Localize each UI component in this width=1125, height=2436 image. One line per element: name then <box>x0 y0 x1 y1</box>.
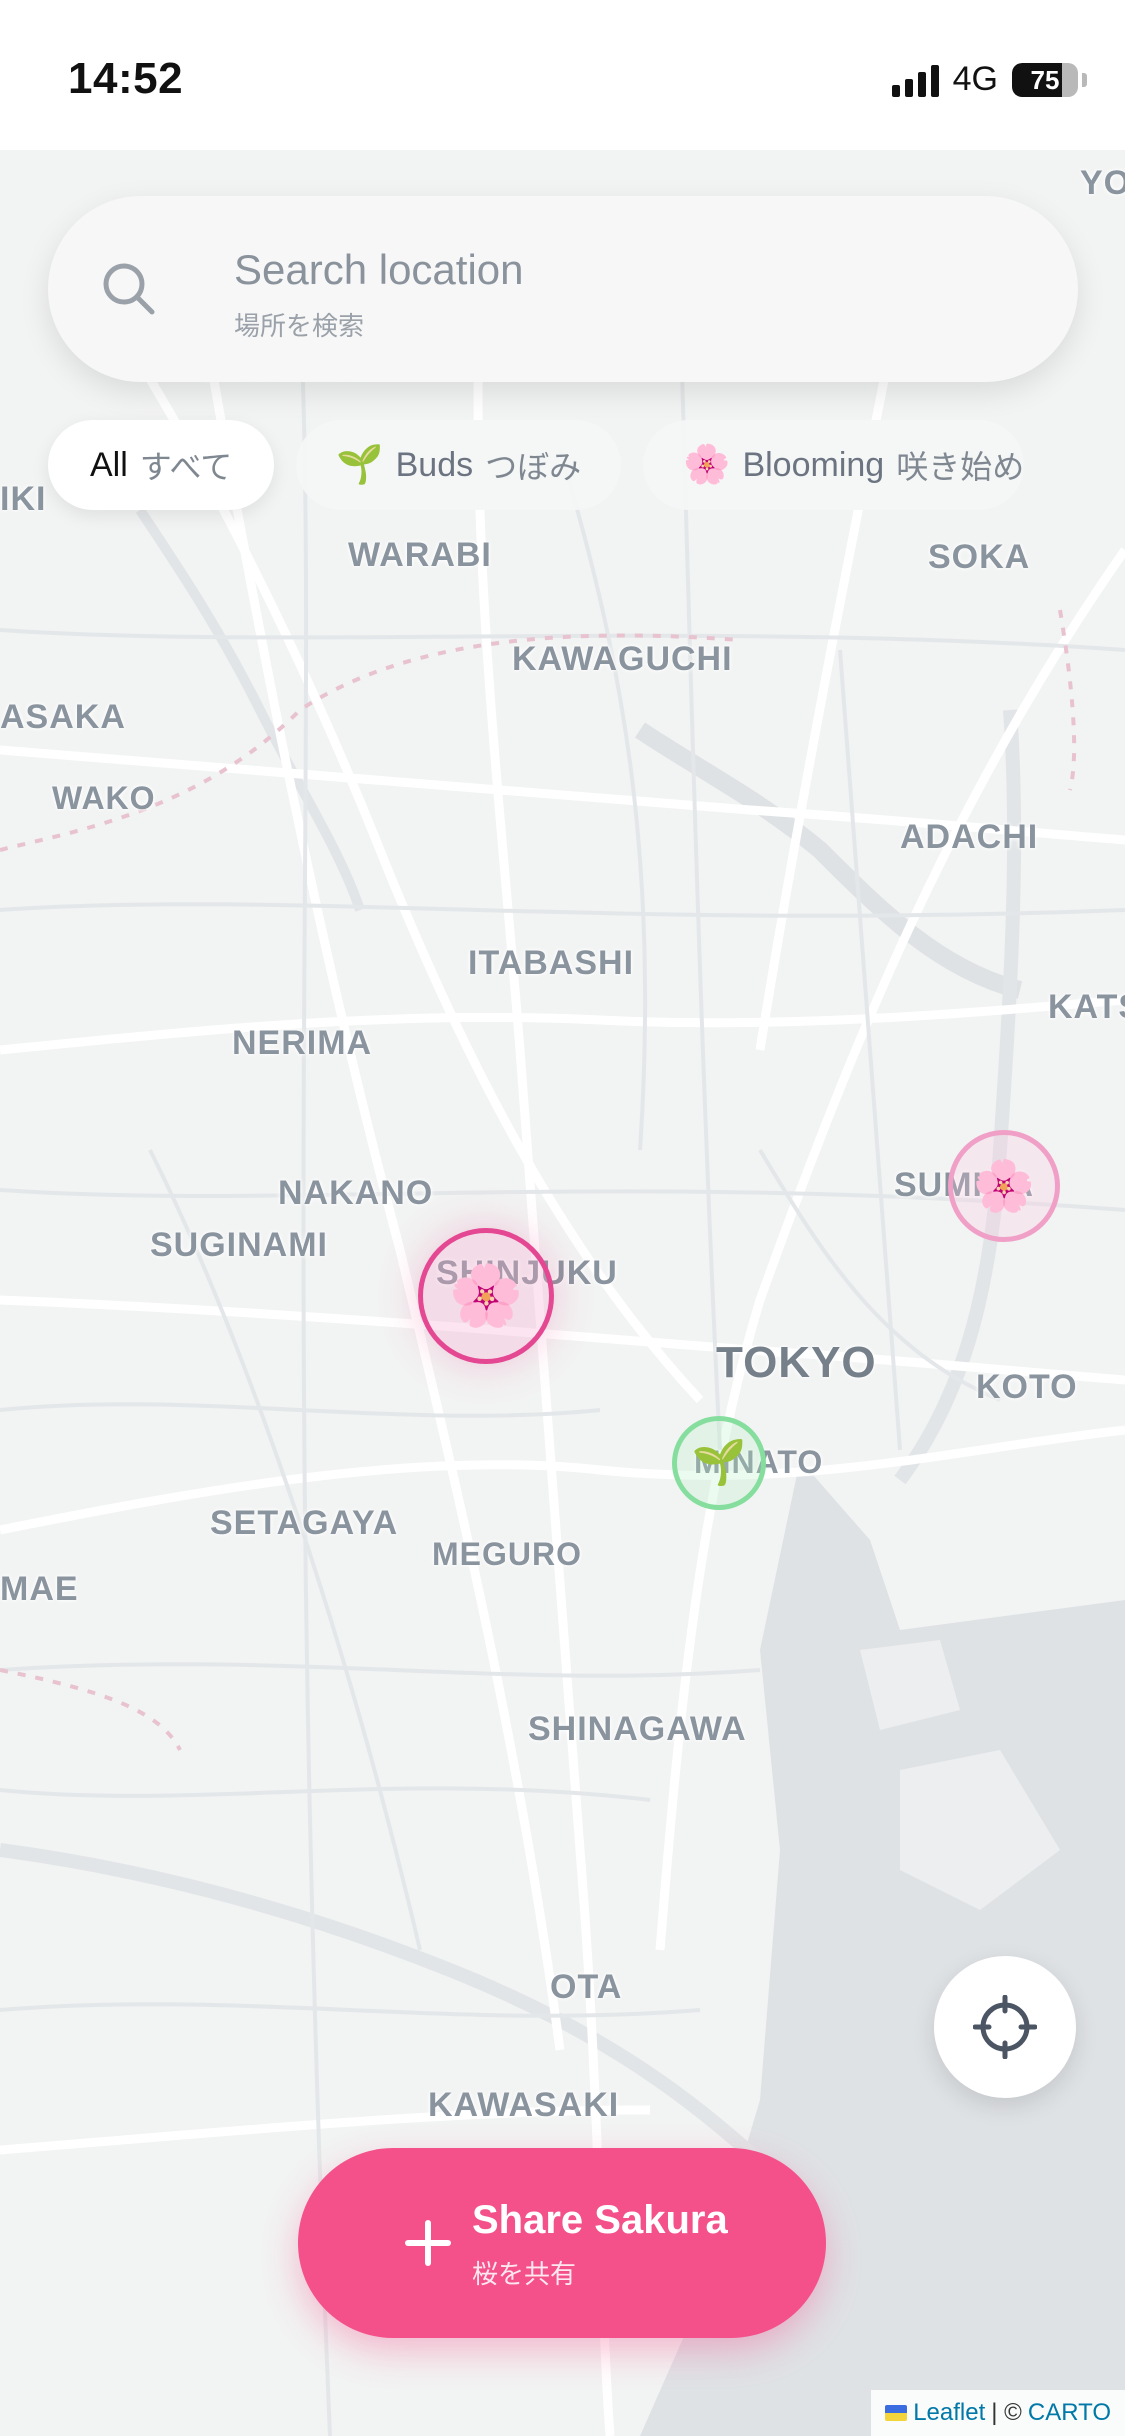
search-placeholder-jp: 場所を検索 <box>234 311 365 341</box>
place-label: SOKA <box>928 538 1031 576</box>
place-label: SETAGAYA <box>210 1504 399 1542</box>
network-type: 4G <box>952 60 998 98</box>
cherry-blossom-icon: 🌸 <box>972 1158 1036 1214</box>
place-label: MAE <box>0 1570 79 1608</box>
attribution-separator: | © <box>991 2399 1022 2426</box>
place-label: ADACHI <box>900 818 1039 856</box>
place-label: IKI <box>0 480 47 518</box>
share-sakura-button[interactable]: Share Sakura 桜を共有 <box>298 2148 826 2338</box>
share-button-label: Share Sakura <box>472 2198 728 2242</box>
search-placeholder: Search location <box>234 246 524 293</box>
place-label: WAKO <box>52 780 156 816</box>
search-bar[interactable]: Search location 場所を検索 <box>48 196 1078 382</box>
plus-icon <box>405 2220 451 2266</box>
leaflet-link[interactable]: Leaflet <box>913 2399 985 2427</box>
place-label: ASAKA <box>0 698 126 736</box>
cherry-blossom-icon: 🌸 <box>683 444 731 486</box>
status-indicators: 4G 75 <box>891 60 1087 99</box>
sakura-marker-buds[interactable]: 🌱 <box>672 1416 766 1510</box>
seedling-icon: 🌱 <box>691 1438 747 1487</box>
place-label: ITABASHI <box>468 944 635 982</box>
search-icon <box>103 263 155 315</box>
filter-label: Blooming <box>742 445 885 484</box>
place-label: SUGINAMI <box>150 1226 328 1264</box>
place-label: NERIMA <box>232 1024 373 1062</box>
filter-label: Buds <box>395 445 474 484</box>
place-label: YO <box>1080 164 1125 202</box>
place-label: OTA <box>550 1968 623 2006</box>
share-button-label-jp: 桜を共有 <box>472 2259 577 2289</box>
place-label: WARABI <box>348 536 492 574</box>
place-label: KAWAGUCHI <box>512 640 733 678</box>
sakura-marker-blooming[interactable]: 🌸 <box>418 1228 554 1364</box>
filter-chip-blooming[interactable]: 🌸 Blooming 咲き始め <box>643 420 1025 510</box>
filter-chip-buds[interactable]: 🌱 Buds つぼみ <box>296 420 622 510</box>
place-label: KAWASAKI <box>428 2086 620 2124</box>
filter-label-jp: 咲き始め <box>896 449 1025 485</box>
place-label: SHINAGAWA <box>528 1710 747 1748</box>
place-label: NAKANO <box>278 1174 434 1212</box>
filter-chips: All すべて 🌱 Buds つぼみ 🌸 Blooming 咲き始め <box>48 420 1025 510</box>
place-label: TOKYO <box>716 1338 877 1387</box>
crosshair-icon <box>973 1995 1037 2059</box>
filter-label: All <box>90 445 128 484</box>
battery-tip <box>1082 72 1087 87</box>
status-bar: 14:52 4G 75 <box>0 0 1125 150</box>
place-label: MEGURO <box>432 1536 582 1572</box>
ukraine-flag-icon <box>885 2405 908 2421</box>
filter-label-jp: つぼみ <box>485 449 582 485</box>
signal-icon <box>891 63 939 97</box>
battery-icon: 75 <box>1012 62 1078 97</box>
carto-link[interactable]: CARTO <box>1028 2399 1111 2427</box>
filter-chip-all[interactable]: All すべて <box>48 420 275 510</box>
cherry-blossom-icon: 🌸 <box>448 1262 524 1329</box>
seedling-icon: 🌱 <box>336 444 384 486</box>
battery-level: 75 <box>1030 64 1060 95</box>
filter-label-jp: すべて <box>139 449 233 485</box>
sakura-marker-blooming[interactable]: 🌸 <box>948 1130 1060 1242</box>
place-label: KOTO <box>976 1368 1078 1406</box>
locate-button[interactable] <box>934 1956 1076 2098</box>
status-time: 14:52 <box>68 54 184 103</box>
map-attribution: Leaflet | © CARTO <box>871 2390 1125 2436</box>
place-label: KATS <box>1048 988 1125 1026</box>
